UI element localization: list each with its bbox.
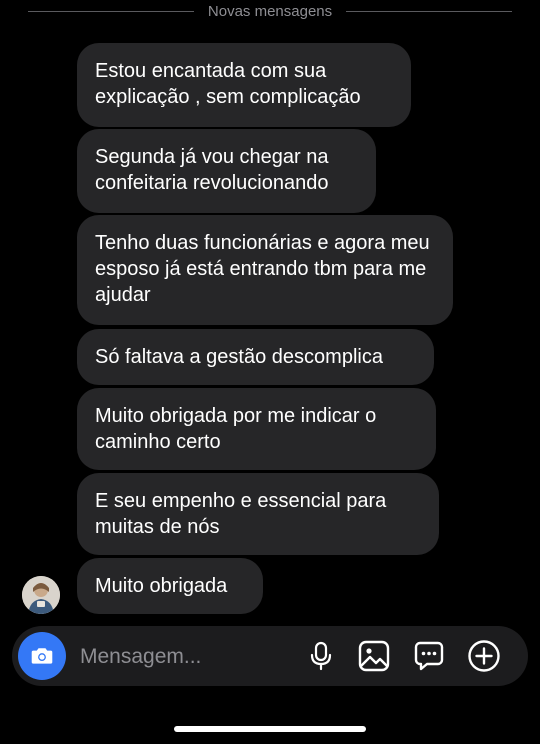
new-messages-divider: Novas mensagens [0,0,540,22]
message-bubble[interactable]: Muito obrigada [77,558,263,614]
message-bubble[interactable]: E seu empenho e essencial para muitas de… [77,473,439,555]
message-bubble[interactable]: Tenho duas funcionárias e agora meu espo… [77,215,453,325]
message-input[interactable] [78,640,302,674]
message-bubble[interactable]: Muito obrigada por me indicar o caminho … [77,388,436,470]
gallery-button[interactable] [356,638,392,674]
camera-icon [31,648,53,664]
sticker-chat-icon [414,641,444,671]
voice-message-button[interactable] [303,638,339,674]
image-icon [358,640,390,672]
message-bubble[interactable]: Estou encantada com sua explicação , sem… [77,43,411,127]
plus-circle-icon [468,640,500,672]
microphone-icon [310,641,332,671]
sender-avatar[interactable] [22,576,60,614]
divider-line-right [346,10,513,12]
new-messages-label: Novas mensagens [207,2,333,20]
more-options-button[interactable] [466,638,502,674]
camera-button[interactable] [18,632,66,680]
sticker-button[interactable] [411,638,447,674]
avatar-image [22,576,60,614]
divider-line-left [28,10,194,12]
home-indicator[interactable] [174,726,366,732]
message-composer [12,626,528,686]
message-bubble[interactable]: Só faltava a gestão descomplica [77,329,434,385]
message-bubble[interactable]: Segunda já vou chegar na confeitaria rev… [77,129,376,213]
